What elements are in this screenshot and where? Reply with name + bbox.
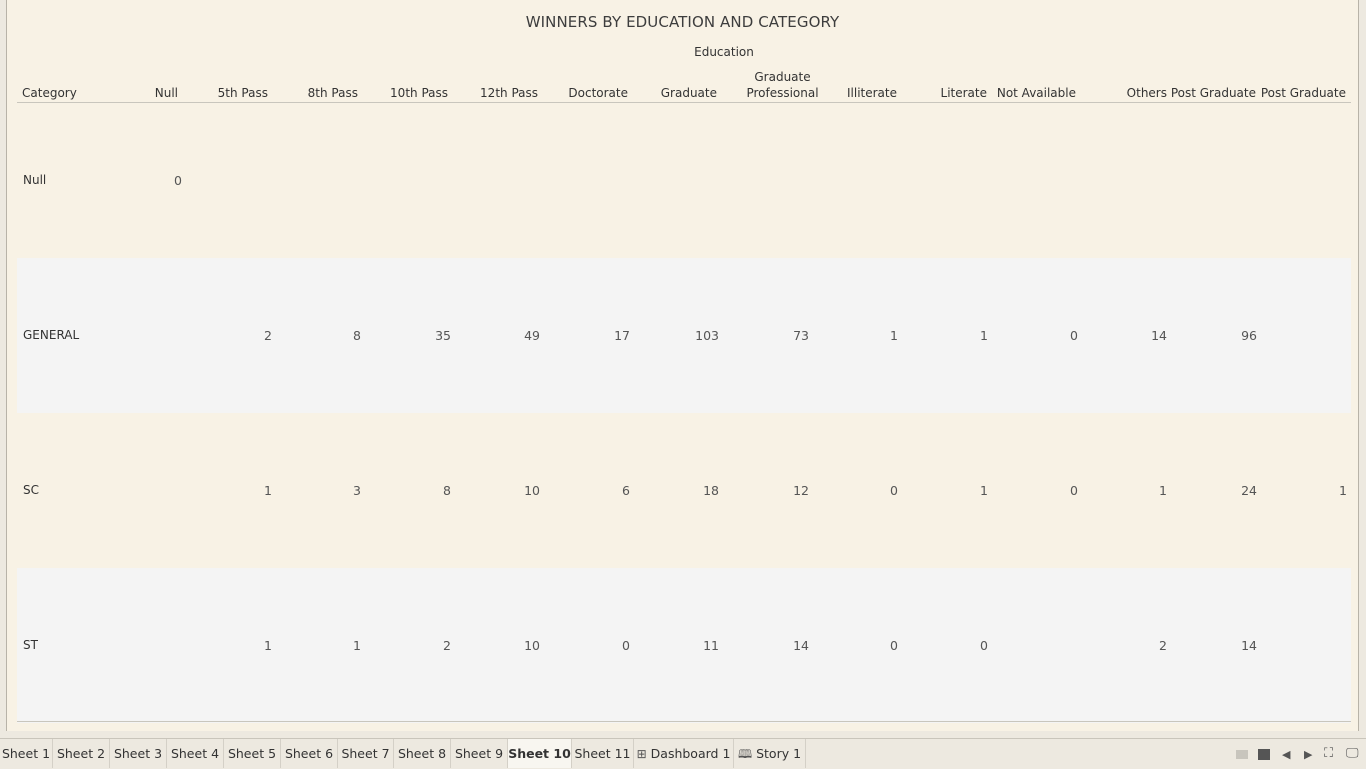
table-cell: 12 <box>793 483 809 498</box>
col-header-gp-line1: Graduate <box>754 70 811 84</box>
col-header-doctorate[interactable]: Doctorate <box>568 86 628 100</box>
row-label: ST <box>23 638 38 652</box>
row-label: GENERAL <box>23 328 80 342</box>
col-header-graduate[interactable]: Graduate <box>661 86 717 100</box>
col-header-literate[interactable]: Literate <box>941 86 987 100</box>
table-cell: 0 <box>1070 328 1078 343</box>
show-filmstrip-icon[interactable] <box>1236 750 1248 759</box>
col-header-10th-pass[interactable]: 10th Pass <box>390 86 448 100</box>
col-header-8th-pass[interactable]: 8th Pass <box>308 86 358 100</box>
presentation-mode-icon[interactable]: 🖵 <box>1346 746 1359 761</box>
table-cell: 10 <box>524 483 540 498</box>
row-label: Null <box>23 173 47 187</box>
table-bottom-divider <box>17 721 1351 722</box>
table-cell: 0 <box>890 483 898 498</box>
row-label: SC <box>23 483 39 497</box>
table-cell: 73 <box>793 328 809 343</box>
table-cell: 0 <box>980 638 988 653</box>
table-row[interactable]: ST 1 1 2 10 0 11 14 0 0 2 14 <box>17 568 1351 723</box>
table-cell: 0 <box>1070 483 1078 498</box>
col-header-5th-pass[interactable]: 5th Pass <box>218 86 268 100</box>
table-cell: 1 <box>1339 483 1347 498</box>
tab-sheet-5[interactable]: Sheet 5 <box>224 739 281 768</box>
tab-sheet-8[interactable]: Sheet 8 <box>394 739 451 768</box>
tab-sheet-7[interactable]: Sheet 7 <box>338 739 394 768</box>
column-group-label: Education <box>694 45 754 59</box>
table-cell: 8 <box>353 328 361 343</box>
show-tabs-icon[interactable] <box>1258 749 1270 760</box>
table-cell: 2 <box>443 638 451 653</box>
table-cell: 11 <box>703 638 719 653</box>
tab-story-1[interactable]: 🕮 Story 1 <box>734 739 806 768</box>
table-cell: 1 <box>980 483 988 498</box>
table-cell: 49 <box>524 328 540 343</box>
col-header-gp-line2: Professional <box>746 86 819 100</box>
table-row[interactable]: GENERAL 2 8 35 49 17 103 73 1 1 0 14 96 <box>17 258 1351 413</box>
table-cell: 0 <box>174 173 182 188</box>
col-header-others[interactable]: Others <box>1127 86 1167 100</box>
table-cell: 1 <box>264 638 272 653</box>
table-cell: 18 <box>703 483 719 498</box>
table-cell: 14 <box>793 638 809 653</box>
table-cell: 0 <box>622 638 630 653</box>
col-header-illiterate[interactable]: Illiterate <box>847 86 897 100</box>
col-header-post-graduate[interactable]: Post Graduate <box>1171 86 1256 100</box>
table-cell: 1 <box>353 638 361 653</box>
col-header-graduate-professional[interactable]: Graduate Professional <box>729 69 836 101</box>
next-sheet-icon[interactable]: ▶ <box>1304 748 1312 761</box>
row-header-category[interactable]: Category <box>22 86 77 100</box>
table-cell: 1 <box>264 483 272 498</box>
table-cell: 8 <box>443 483 451 498</box>
table-cell: 103 <box>695 328 719 343</box>
tab-sheet-2[interactable]: Sheet 2 <box>53 739 110 768</box>
col-header-null[interactable]: Null <box>155 86 178 100</box>
tab-sheet-10[interactable]: Sheet 10 <box>508 739 572 768</box>
table-cell: 35 <box>435 328 451 343</box>
table-cell: 2 <box>264 328 272 343</box>
tab-sheet-1[interactable]: Sheet 1 <box>0 739 53 768</box>
table-cell: 10 <box>524 638 540 653</box>
fullscreen-icon[interactable]: ⛶ <box>1324 746 1333 761</box>
table-cell: 1 <box>980 328 988 343</box>
tab-dashboard-1[interactable]: ⊞ Dashboard 1 <box>634 739 734 768</box>
table-cell: 3 <box>353 483 361 498</box>
previous-sheet-icon[interactable]: ◀ <box>1282 748 1290 761</box>
dashboard-grid-icon: ⊞ <box>636 747 647 761</box>
col-header-not-available[interactable]: Not Available <box>997 86 1076 100</box>
tab-sheet-3[interactable]: Sheet 3 <box>110 739 167 768</box>
table-row[interactable]: Null 0 <box>17 103 1351 258</box>
table-cell: 0 <box>890 638 898 653</box>
table-cell: 2 <box>1159 638 1167 653</box>
tab-sheet-6[interactable]: Sheet 6 <box>281 739 338 768</box>
tab-story-1-label: Story 1 <box>756 746 802 761</box>
table-cell: 17 <box>614 328 630 343</box>
table-cell: 1 <box>1159 483 1167 498</box>
worksheet-canvas: WINNERS BY EDUCATION AND CATEGORY Educat… <box>6 0 1359 731</box>
tab-sheet-11[interactable]: Sheet 11 <box>572 739 634 768</box>
tab-sheet-4[interactable]: Sheet 4 <box>167 739 224 768</box>
sheet-tab-bar: Sheet 1 Sheet 2 Sheet 3 Sheet 4 Sheet 5 … <box>0 738 1366 768</box>
table-cell: 6 <box>622 483 630 498</box>
table-cell: 14 <box>1241 638 1257 653</box>
col-header-post-graduate-2[interactable]: Post Graduate <box>1261 86 1346 100</box>
sheet-title: WINNERS BY EDUCATION AND CATEGORY <box>525 13 840 31</box>
tab-dashboard-1-label: Dashboard 1 <box>650 746 731 761</box>
table-cell: 24 <box>1241 483 1257 498</box>
table-cell: 1 <box>890 328 898 343</box>
story-book-icon: 🕮 <box>737 747 753 761</box>
table-row[interactable]: SC 1 3 8 10 6 18 12 0 1 0 1 24 1 <box>17 413 1351 568</box>
table-cell: 96 <box>1241 328 1257 343</box>
col-header-12th-pass[interactable]: 12th Pass <box>480 86 538 100</box>
tab-sheet-9[interactable]: Sheet 9 <box>451 739 508 768</box>
table-cell: 14 <box>1151 328 1167 343</box>
